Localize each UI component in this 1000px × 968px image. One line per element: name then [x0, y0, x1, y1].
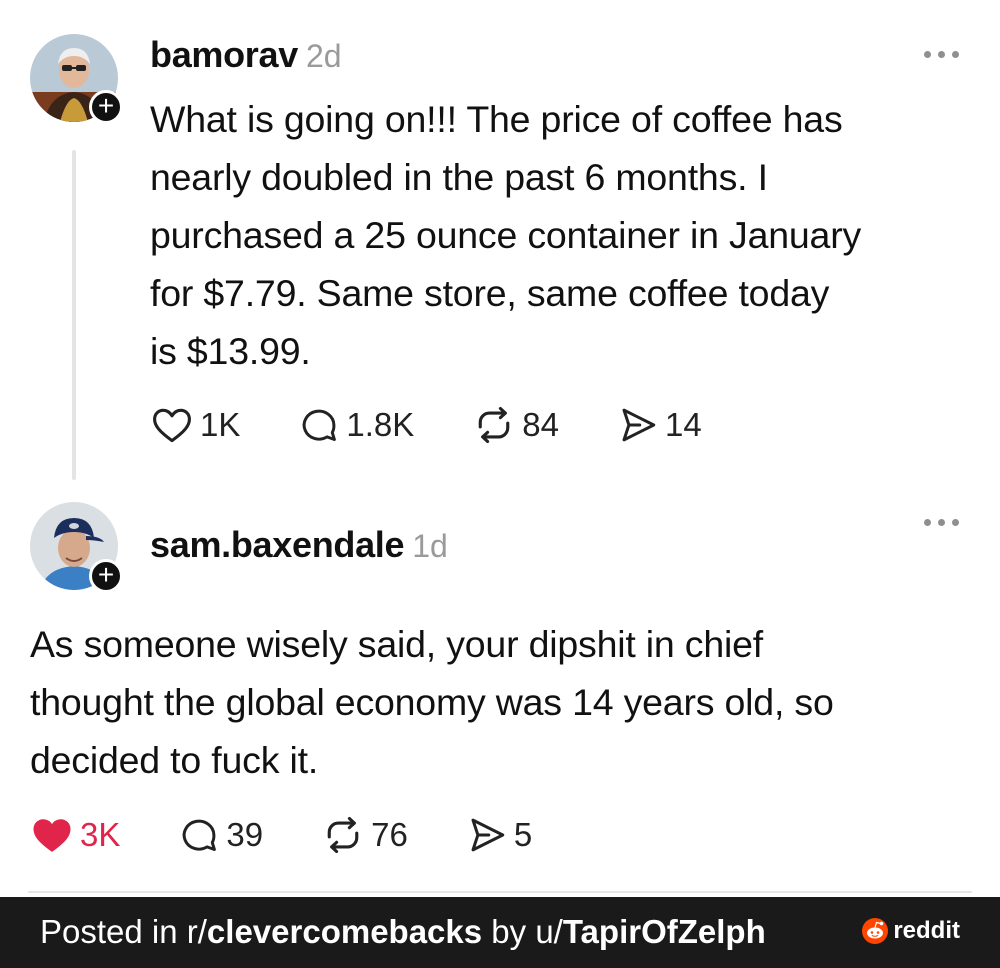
attribution-by: by u/ — [482, 913, 563, 950]
comment-icon — [303, 409, 337, 442]
post-text-line: decided to fuck it. — [30, 739, 319, 781]
like-count: 3K — [80, 816, 121, 853]
heart-outline-icon — [153, 408, 191, 443]
more-dots-icon[interactable] — [922, 48, 962, 60]
repost-button[interactable]: 76 — [321, 813, 408, 857]
reddit-logo: reddit — [861, 917, 960, 945]
send-icon — [471, 818, 505, 852]
attribution-text: Posted in r/clevercomebacks by u/TapirOf… — [40, 913, 766, 951]
reddit-wordmark: reddit — [893, 917, 960, 944]
user-link[interactable]: TapirOfZelph — [563, 913, 766, 950]
like-count: 1K — [200, 406, 241, 443]
reply-count: 1.8K — [346, 406, 415, 443]
subreddit-link[interactable]: clevercomebacks — [207, 913, 482, 950]
post-author-row: sam.baxendale 1d — [150, 524, 448, 566]
post-text-line: nearly doubled in the past 6 months. I — [150, 156, 768, 198]
reply-button[interactable]: 39 — [178, 814, 263, 856]
share-button[interactable]: 5 — [466, 814, 532, 856]
comment-icon — [183, 819, 217, 852]
repost-icon — [478, 406, 510, 444]
repost-button[interactable]: 84 — [472, 403, 559, 447]
repost-count: 84 — [522, 406, 559, 443]
post-text-line: thought the global economy was 14 years … — [30, 681, 834, 723]
reply-button[interactable]: 1.8K — [298, 404, 414, 446]
like-button[interactable]: 1K — [150, 403, 240, 447]
username[interactable]: sam.baxendale — [150, 524, 405, 566]
post-text-line: for $7.79. Same store, same coffee today — [150, 272, 830, 314]
timestamp: 1d — [412, 528, 448, 564]
username[interactable]: bamorav — [150, 34, 298, 76]
attribution-prefix: Posted in r/ — [40, 913, 207, 950]
more-dots-icon[interactable] — [922, 516, 962, 528]
divider — [28, 891, 972, 893]
share-count: 5 — [513, 816, 533, 853]
post-author-row: bamorav 2d — [150, 34, 342, 76]
repost-count: 76 — [371, 816, 408, 853]
plus-icon: + — [97, 559, 115, 590]
post-text-line: What is going on!!! The price of coffee … — [150, 98, 843, 140]
share-button[interactable]: 14 — [617, 404, 702, 446]
share-count: 14 — [664, 406, 702, 443]
post-text-line: purchased a 25 ounce container in Januar… — [150, 214, 862, 256]
post-body: What is going on!!! The price of coffee … — [150, 90, 861, 380]
thread-connector-line — [72, 150, 76, 480]
reddit-attribution-footer: Posted in r/clevercomebacks by u/TapirOf… — [0, 897, 1000, 968]
follow-button[interactable]: + — [89, 559, 123, 593]
send-icon — [622, 408, 656, 442]
heart-filled-icon — [33, 819, 71, 852]
post-body: As someone wisely said, your dipshit in … — [30, 615, 834, 789]
like-button[interactable]: 3K — [30, 813, 120, 857]
repost-icon — [327, 816, 359, 854]
plus-icon: + — [97, 90, 115, 121]
post-text-line: is $13.99. — [150, 330, 311, 372]
follow-button[interactable]: + — [89, 90, 123, 124]
reddit-alien-icon — [862, 918, 889, 944]
timestamp: 2d — [305, 38, 342, 74]
reply-count: 39 — [226, 816, 264, 853]
post-actions: 1K 1.8K 84 14 — [150, 403, 702, 447]
post-text-line: As someone wisely said, your dipshit in … — [30, 623, 764, 665]
post-actions: 3K 39 76 5 — [30, 813, 532, 857]
